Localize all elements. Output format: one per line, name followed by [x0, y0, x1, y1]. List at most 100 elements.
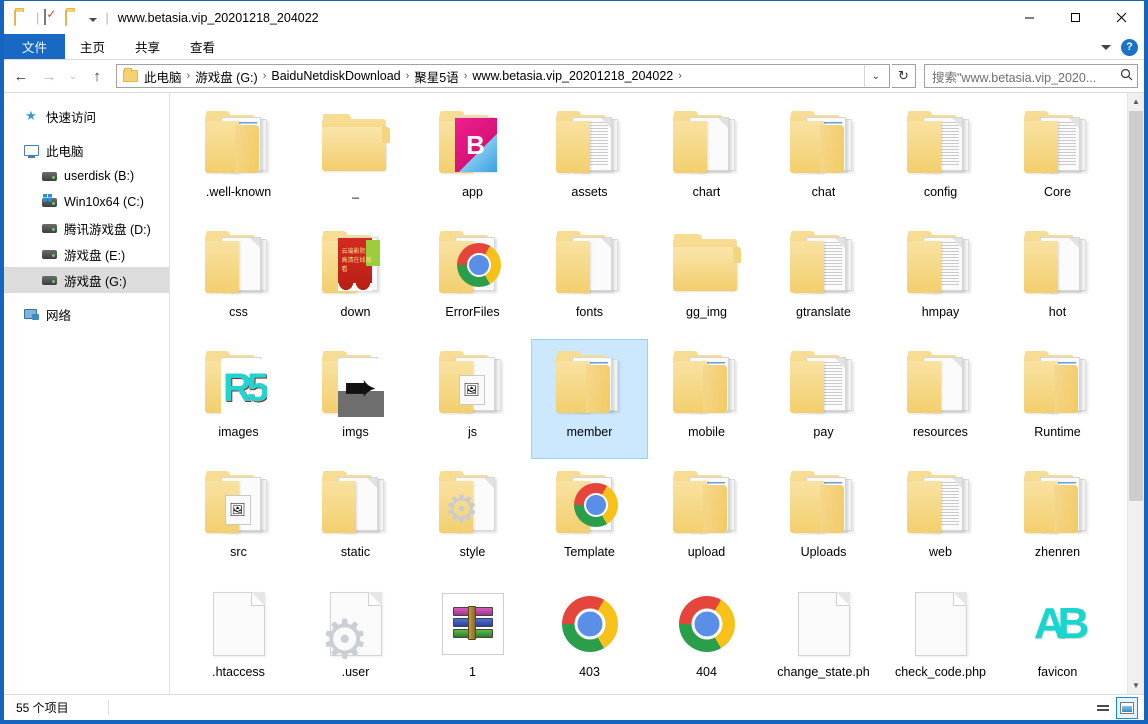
folder-icon: 🖼 [199, 467, 279, 541]
item-label: images [218, 425, 259, 439]
file-item[interactable]: ⚙ .user [297, 579, 414, 694]
folder-item[interactable]: css [180, 219, 297, 339]
file-explorer-window: | | www.betasia.vip_20201218_204022 文件 主… [0, 0, 1148, 724]
folder-item[interactable]: zhenren [999, 459, 1116, 579]
up-button[interactable]: ↑ [84, 63, 110, 89]
breadcrumb-item-3[interactable]: 聚星5语 [412, 67, 460, 86]
item-label: style [459, 545, 486, 559]
folder-item[interactable]: hmpay [882, 219, 999, 339]
folder-item[interactable]: chat [765, 99, 882, 219]
folder-item[interactable]: config [882, 99, 999, 219]
file-icon: AB [1018, 587, 1098, 661]
item-label: .well-known [205, 185, 272, 199]
customize-toolbar-caret-icon[interactable] [89, 17, 98, 22]
maximize-button[interactable] [1052, 1, 1098, 34]
large-icons-view-button[interactable] [1116, 697, 1138, 719]
tab-file[interactable]: 文件 [4, 34, 66, 59]
close-button[interactable] [1098, 1, 1144, 34]
properties-icon[interactable] [44, 9, 61, 26]
folder-item[interactable]: Bapp [414, 99, 531, 219]
breadcrumb-item-2[interactable]: BaiduNetdiskDownload [269, 69, 402, 83]
file-item[interactable]: 403 [531, 579, 648, 694]
address-field[interactable]: 此电脑 › 游戏盘 (G:) › BaiduNetdiskDownload › … [116, 64, 890, 88]
folder-item[interactable]: ➨ imgs [297, 339, 414, 459]
item-label: chat [811, 185, 836, 199]
folder-item[interactable]: 🖼 js [414, 339, 531, 459]
folder-item[interactable]: _ [297, 99, 414, 219]
address-dropdown-icon[interactable]: ⌄ [863, 65, 887, 87]
file-item[interactable]: 404 [648, 579, 765, 694]
vertical-scrollbar[interactable]: ▲ ▼ [1127, 93, 1144, 694]
file-item[interactable]: AB favicon [999, 579, 1116, 694]
folder-icon[interactable] [14, 9, 31, 26]
folder-icon [901, 467, 981, 541]
file-item[interactable]: change_state.ph [765, 579, 882, 694]
folder-item[interactable]: ErrorFiles [414, 219, 531, 339]
folder-item[interactable]: ⚙ style [414, 459, 531, 579]
folder-item[interactable]: R5 images [180, 339, 297, 459]
folder-item[interactable]: static [297, 459, 414, 579]
search-box[interactable]: 搜索"www.betasia.vip_2020... [924, 64, 1138, 88]
breadcrumb-item-1[interactable]: 游戏盘 (G:) [193, 67, 260, 86]
folder-item[interactable]: 🖼 src [180, 459, 297, 579]
help-icon[interactable]: ? [1121, 38, 1138, 56]
sidebar-item-quick-access[interactable]: ★ 快速访问 [4, 103, 169, 129]
toolbar-divider-2: | [105, 10, 109, 25]
scroll-down-icon[interactable]: ▼ [1128, 677, 1144, 694]
sidebar-item-game-drive-g[interactable]: 游戏盘 (G:) [4, 267, 169, 293]
sidebar-item-label: Win10x64 (C:) [64, 195, 144, 209]
sidebar-item-tencent-drive-d[interactable]: 腾讯游戏盘 (D:) [4, 215, 169, 241]
item-label: src [230, 545, 247, 559]
tab-home[interactable]: 主页 [65, 34, 120, 59]
file-item[interactable]: 1 [414, 579, 531, 694]
breadcrumb-separator-icon: › [678, 70, 682, 82]
forward-button[interactable]: → [36, 63, 62, 89]
scrollbar-thumb[interactable] [1129, 111, 1143, 501]
breadcrumb-item-4[interactable]: www.betasia.vip_20201218_204022 [470, 69, 675, 83]
details-view-button[interactable] [1092, 697, 1114, 719]
file-item[interactable]: .htaccess [180, 579, 297, 694]
folder-item[interactable]: 云端影院 高清在线观看 down [297, 219, 414, 339]
sidebar-item-win10x64-c[interactable]: Win10x64 (C:) [4, 189, 169, 215]
breadcrumb-item-0[interactable]: 此电脑 [142, 67, 184, 86]
details-view-icon [1097, 705, 1109, 711]
tab-share[interactable]: 共享 [120, 34, 175, 59]
sidebar-item-this-pc[interactable]: 此电脑 [4, 137, 169, 163]
folder-item[interactable]: pay [765, 339, 882, 459]
folder-item[interactable]: web [882, 459, 999, 579]
file-icon [433, 587, 513, 661]
sidebar-item-game-drive-e[interactable]: 游戏盘 (E:) [4, 241, 169, 267]
folder-item[interactable]: Core [999, 99, 1116, 219]
new-folder-icon[interactable] [65, 9, 82, 26]
folder-item[interactable]: Template [531, 459, 648, 579]
search-input[interactable]: 搜索"www.betasia.vip_2020... [932, 67, 1120, 86]
explorer-body: ★ 快速访问 此电脑 userdisk (B:) Win10x64 (C:) 腾… [4, 92, 1144, 694]
scroll-up-icon[interactable]: ▲ [1128, 93, 1144, 110]
folder-item[interactable]: hot [999, 219, 1116, 339]
back-button[interactable]: ← [8, 63, 34, 89]
folder-item[interactable]: gtranslate [765, 219, 882, 339]
folder-icon [1018, 107, 1098, 181]
minimize-button[interactable] [1006, 1, 1052, 34]
folder-item[interactable]: .well-known [180, 99, 297, 219]
file-item[interactable]: check_code.php [882, 579, 999, 694]
chevron-down-icon[interactable] [1101, 44, 1111, 50]
sidebar-item-userdisk-b[interactable]: userdisk (B:) [4, 163, 169, 189]
folder-item[interactable]: assets [531, 99, 648, 219]
folder-item[interactable]: fonts [531, 219, 648, 339]
item-label: Template [564, 545, 615, 559]
folder-item[interactable]: Uploads [765, 459, 882, 579]
file-icon [199, 587, 279, 661]
tab-view[interactable]: 查看 [175, 34, 230, 59]
refresh-button[interactable]: ↻ [892, 64, 916, 88]
folder-item[interactable]: Runtime [999, 339, 1116, 459]
folder-item[interactable]: member [531, 339, 648, 459]
folder-item[interactable]: mobile [648, 339, 765, 459]
folder-item[interactable]: resources [882, 339, 999, 459]
recent-locations-icon[interactable]: ⌄ [64, 63, 82, 89]
sidebar-item-network[interactable]: 网络 [4, 301, 169, 327]
folder-item[interactable]: chart [648, 99, 765, 219]
folder-item[interactable]: upload [648, 459, 765, 579]
file-list-pane[interactable]: .well-known _ Bapp assets chart chat config Cor… [170, 93, 1144, 694]
folder-item[interactable]: gg_img [648, 219, 765, 339]
